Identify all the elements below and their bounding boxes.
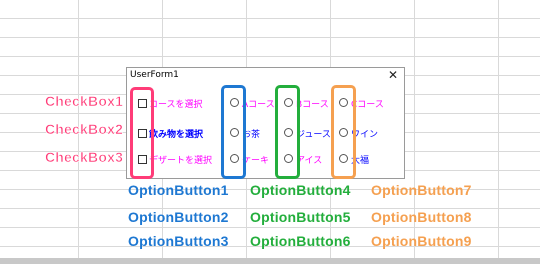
option-5-label: ジュース xyxy=(296,130,331,140)
close-icon[interactable]: ✕ xyxy=(388,68,398,82)
checkbox-highlight xyxy=(130,87,154,179)
annotation-option-5: OptionButton5 xyxy=(250,209,351,225)
annotation-option-8: OptionButton8 xyxy=(371,209,472,225)
option-3-label: ケーキ xyxy=(242,156,270,166)
option-col3-highlight xyxy=(331,85,356,179)
dialog-title: UserForm1 xyxy=(130,70,179,80)
annotation-option-2: OptionButton2 xyxy=(128,209,229,225)
checkbox-2-label: 飲み物を選択 xyxy=(149,130,204,140)
option-col1-highlight xyxy=(221,85,246,179)
annotation-option-9: OptionButton9 xyxy=(371,233,472,249)
sheet-bottom-bar xyxy=(0,258,540,264)
annotation-option-3: OptionButton3 xyxy=(128,233,229,249)
checkbox-1-label: コースを選択 xyxy=(149,100,203,110)
option-col2-highlight xyxy=(275,85,300,179)
annotation-option-7: OptionButton7 xyxy=(371,182,472,198)
annotation-checkbox-2: CheckBox2 xyxy=(45,121,124,138)
userform-dialog: UserForm1 ✕ コースを選択 飲み物を選択 デザートを選択 Aコース お… xyxy=(126,67,405,179)
checkbox-3-label: デザートを選択 xyxy=(149,156,213,166)
option-4-label: Bコース xyxy=(296,100,329,110)
annotation-option-4: OptionButton4 xyxy=(250,182,351,198)
annotation-checkbox-3: CheckBox3 xyxy=(45,149,124,166)
annotation-checkbox-1: CheckBox1 xyxy=(45,93,124,110)
annotation-option-6: OptionButton6 xyxy=(250,233,351,249)
annotation-option-1: OptionButton1 xyxy=(128,182,229,198)
option-1-label: Aコース xyxy=(242,100,275,110)
dialog-titlebar: UserForm1 ✕ xyxy=(127,68,404,86)
